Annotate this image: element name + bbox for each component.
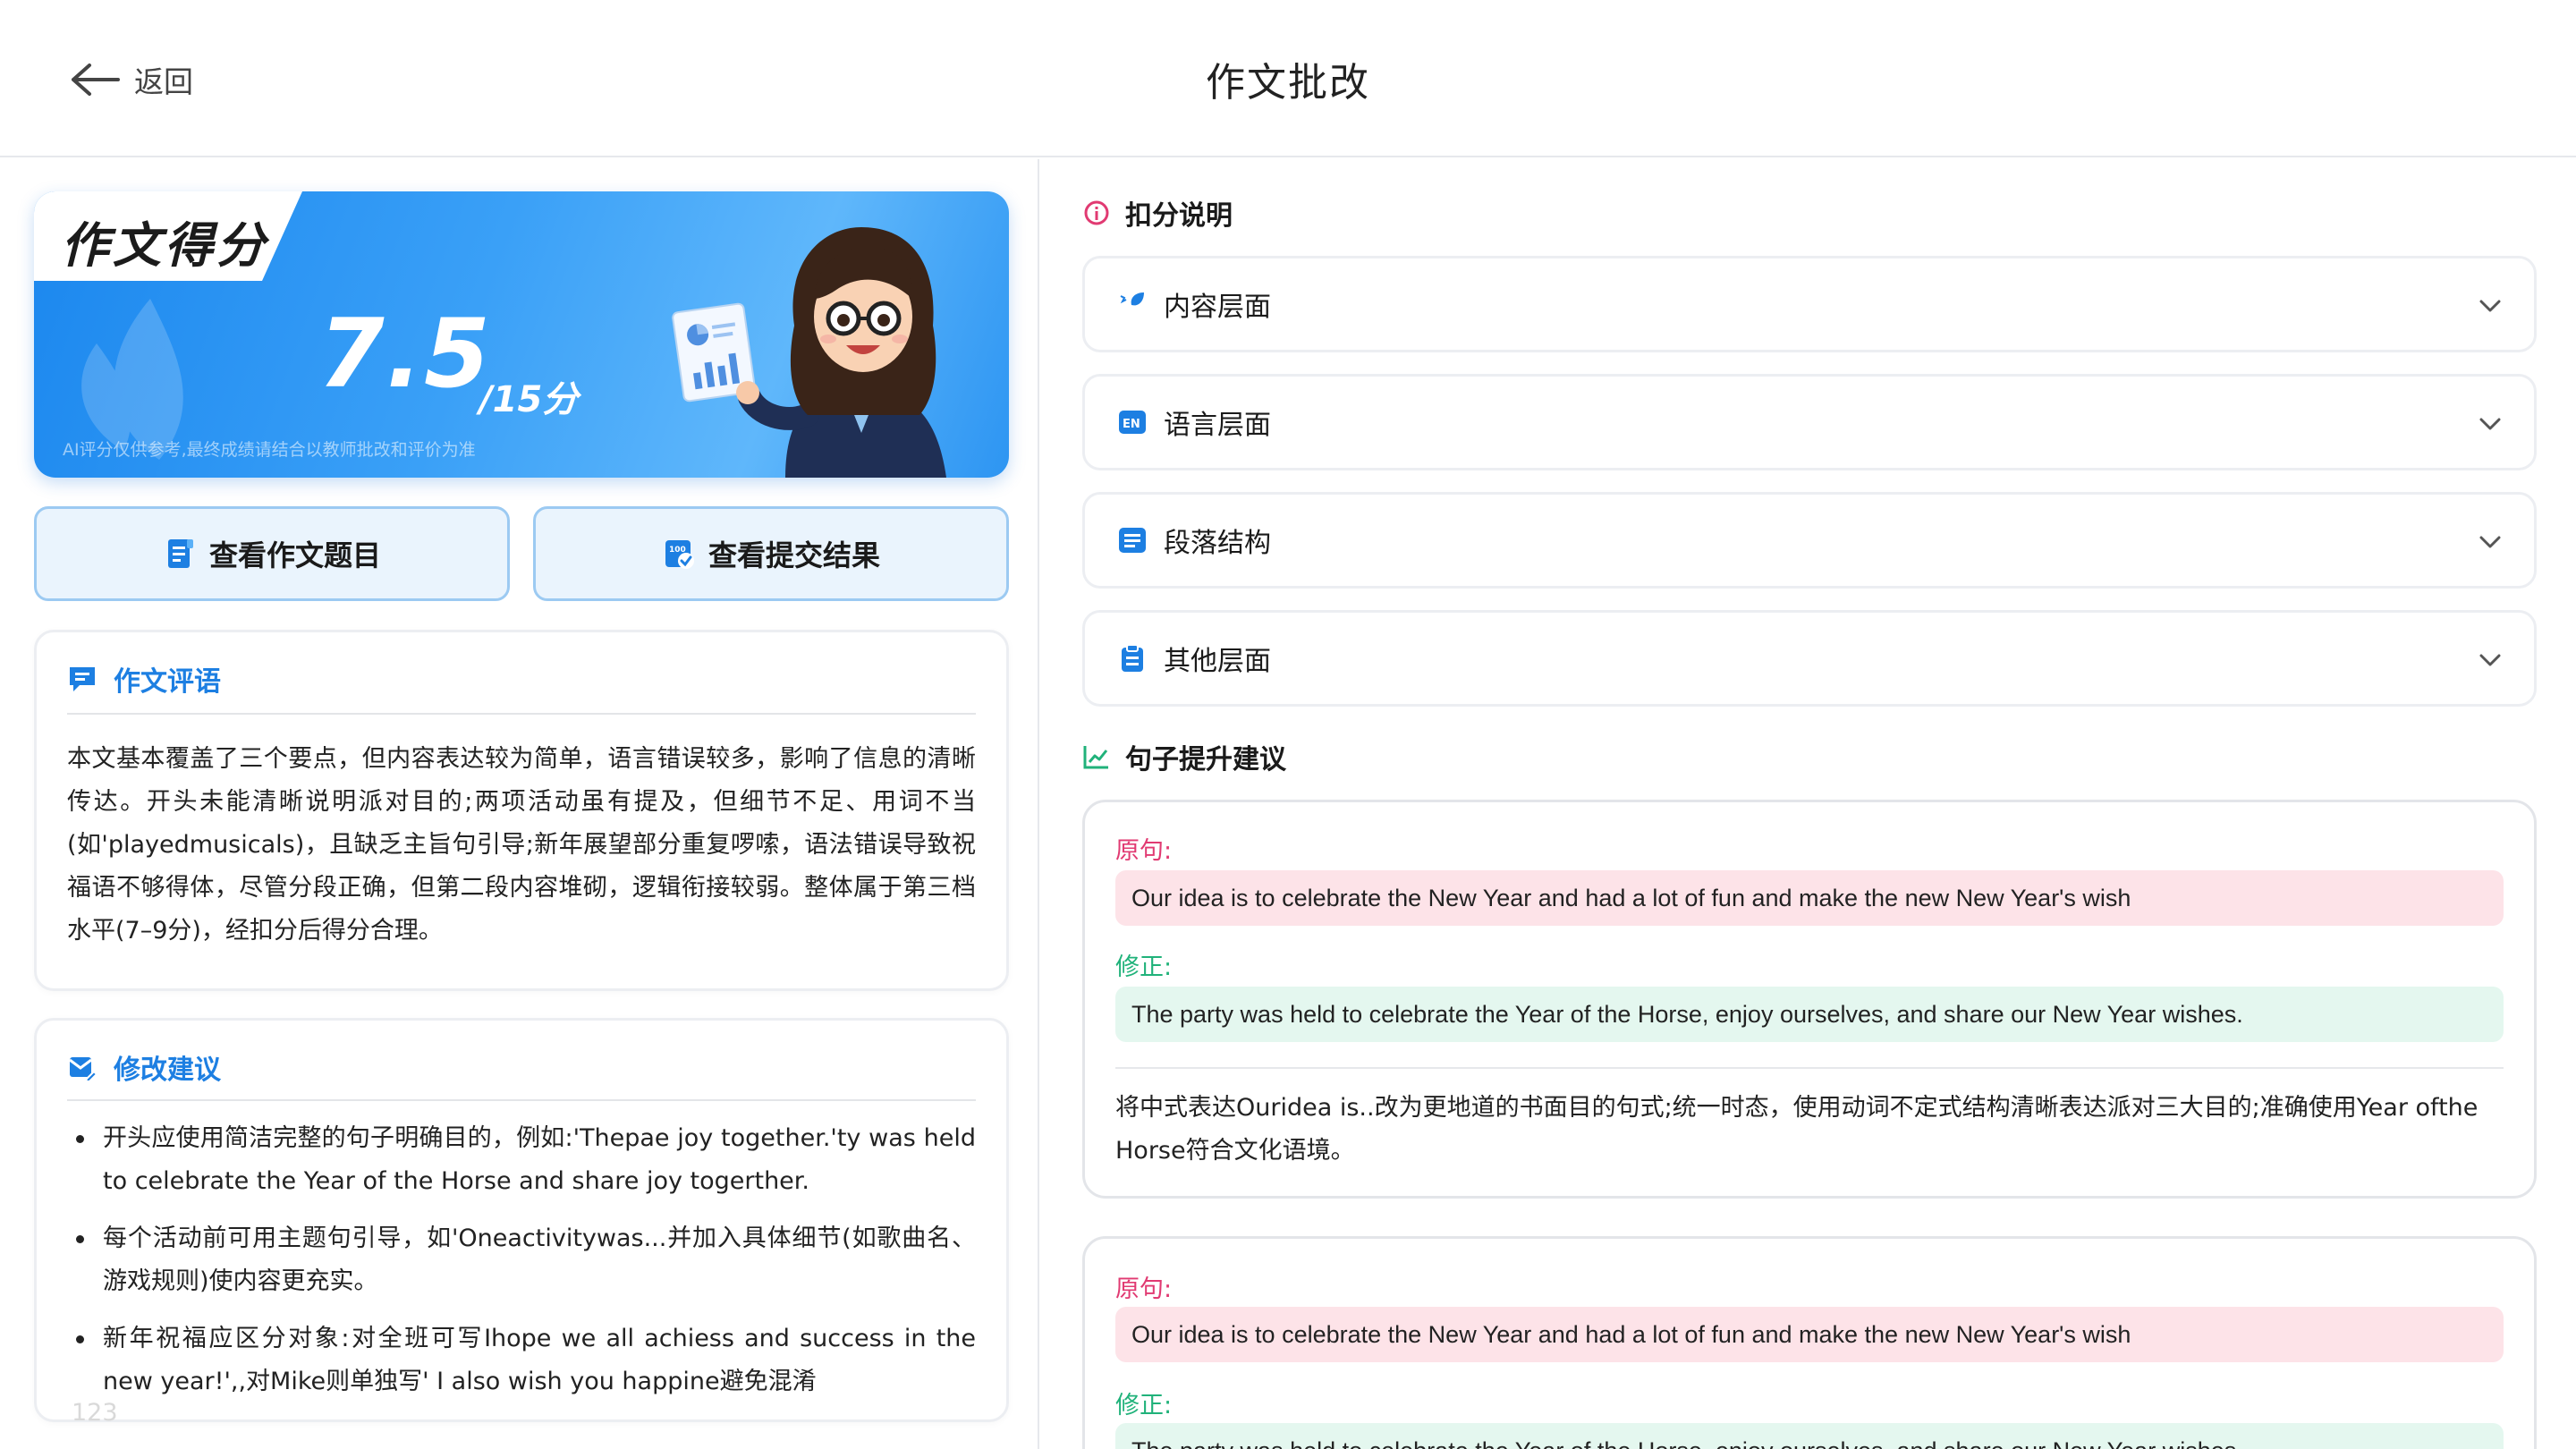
- document-icon: [167, 539, 193, 568]
- info-circle-icon: [1084, 200, 1109, 225]
- view-topic-label: 查看作文题目: [208, 538, 381, 572]
- sentence-suggestions-header: 句子提升建议: [1082, 737, 1286, 776]
- fixed-sentence: The party was held to celebrate the Year…: [1115, 987, 2504, 1042]
- svg-text:100: 100: [669, 546, 686, 555]
- score-disclaimer: AI评分仅供参考,最终成绩请结合以教师批改和评价为准: [63, 440, 476, 460]
- feather-icon: [1117, 289, 1148, 319]
- faded-overflow-text: 123: [72, 1399, 118, 1427]
- list-item: 开头应使用简洁完整的句子明确目的，例如:'Thepae joy together…: [67, 1117, 976, 1203]
- sentence-card: 原句: Our idea is to celebrate the New Yea…: [1082, 800, 2537, 1199]
- chevron-down-icon: [2479, 418, 2501, 430]
- score-total: /15分: [479, 379, 579, 420]
- divider: [1115, 1067, 2504, 1069]
- list-icon: [1117, 525, 1148, 555]
- accordion-content-level[interactable]: 内容层面: [1082, 256, 2537, 352]
- score-report-icon: 100: [665, 540, 694, 569]
- chevron-down-icon: [2479, 300, 2501, 312]
- original-label: 原句:: [1115, 1275, 1173, 1303]
- left-panel: 作文得分 7.5 /15分 AI评分仅供参考,最终成绩请结合以教师批改和评价为准: [0, 159, 1039, 1449]
- score-banner: 作文得分 7.5 /15分 AI评分仅供参考,最终成绩请结合以教师批改和评价为准: [34, 191, 1009, 478]
- view-result-label: 查看提交结果: [708, 538, 880, 572]
- suggestions-title: 修改建议: [114, 1055, 221, 1086]
- score-value: 7.5: [318, 299, 492, 409]
- mail-edit-icon: [69, 1057, 97, 1082]
- essay-review-page: 返回 作文批改 作文得分 7.5 /15分 AI评分仅供参考,最终成绩请结合以教…: [0, 0, 2576, 1449]
- original-sentence: Our idea is to celebrate the New Year an…: [1115, 870, 2504, 926]
- accordion-label: 内容层面: [1164, 292, 1271, 323]
- deduction-header: 扣分说明: [1082, 193, 1233, 233]
- sentence-suggestions-title: 句子提升建议: [1125, 744, 1286, 775]
- view-topic-button[interactable]: 查看作文题目: [34, 506, 510, 601]
- list-item: 新年祝福应区分对象:对全班可写Ihope we all achiess and …: [67, 1318, 976, 1403]
- suggestions-card: 修改建议 开头应使用简洁完整的句子明确目的，例如:'Thepae joy tog…: [34, 1018, 1009, 1422]
- right-panel: 扣分说明 内容层面 EN 语言层面 段落结构 其他层面 句子提升建议 原句: O…: [1041, 159, 2576, 1449]
- page-title: 作文批改: [1206, 60, 1370, 106]
- clipboard-icon: [1117, 643, 1148, 674]
- suggestions-list: 开头应使用简洁完整的句子明确目的，例如:'Thepae joy together…: [67, 1117, 976, 1418]
- accordion-label: 其他层面: [1164, 646, 1271, 677]
- explanation-text: 将中式表达Ouridea is..改为更地道的书面目的句式;统一时态，使用动词不…: [1115, 1094, 2479, 1165]
- deduction-title: 扣分说明: [1125, 200, 1233, 232]
- divider: [67, 713, 976, 715]
- en-badge-icon: EN: [1117, 407, 1148, 437]
- accordion-label: 语言层面: [1164, 410, 1271, 441]
- comment-header: 作文评语: [67, 659, 221, 699]
- accordion-label: 段落结构: [1164, 528, 1271, 559]
- svg-text:EN: EN: [1123, 418, 1140, 431]
- original-sentence: Our idea is to celebrate the New Year an…: [1115, 1307, 2504, 1362]
- original-label: 原句:: [1115, 837, 1173, 865]
- chevron-down-icon: [2479, 654, 2501, 666]
- trend-chart-icon: [1083, 746, 1108, 769]
- essay-comment-card: 作文评语 本文基本覆盖了三个要点，但内容表达较为简单，语言错误较多，影响了信息的…: [34, 630, 1009, 991]
- comment-text: 本文基本覆盖了三个要点，但内容表达较为简单，语言错误较多，影响了信息的清晰传达。…: [67, 745, 976, 945]
- chevron-down-icon: [2479, 536, 2501, 548]
- divider: [67, 1099, 976, 1101]
- sentence-card: 原句: Our idea is to celebrate the New Yea…: [1082, 1236, 2537, 1449]
- teacher-illustration-icon: [672, 227, 946, 478]
- accordion-paragraph-structure[interactable]: 段落结构: [1082, 492, 2537, 589]
- accordion-language-level[interactable]: EN 语言层面: [1082, 374, 2537, 470]
- list-item: 每个活动前可用主题句引导，如'Oneactivitywas...并加入具体细节(…: [67, 1217, 976, 1303]
- comment-icon: [70, 667, 95, 691]
- suggestions-header: 修改建议: [67, 1047, 221, 1087]
- accordion-other-level[interactable]: 其他层面: [1082, 610, 2537, 707]
- comment-title: 作文评语: [114, 666, 221, 698]
- fixed-sentence: The party was held to celebrate the Year…: [1115, 1423, 2504, 1449]
- score-tab-title: 作文得分: [61, 217, 268, 274]
- fixed-label: 修正:: [1115, 1392, 1173, 1419]
- fixed-label: 修正:: [1115, 953, 1173, 981]
- view-result-button[interactable]: 100 查看提交结果: [533, 506, 1009, 601]
- top-bar: 返回 作文批改: [0, 0, 2576, 157]
